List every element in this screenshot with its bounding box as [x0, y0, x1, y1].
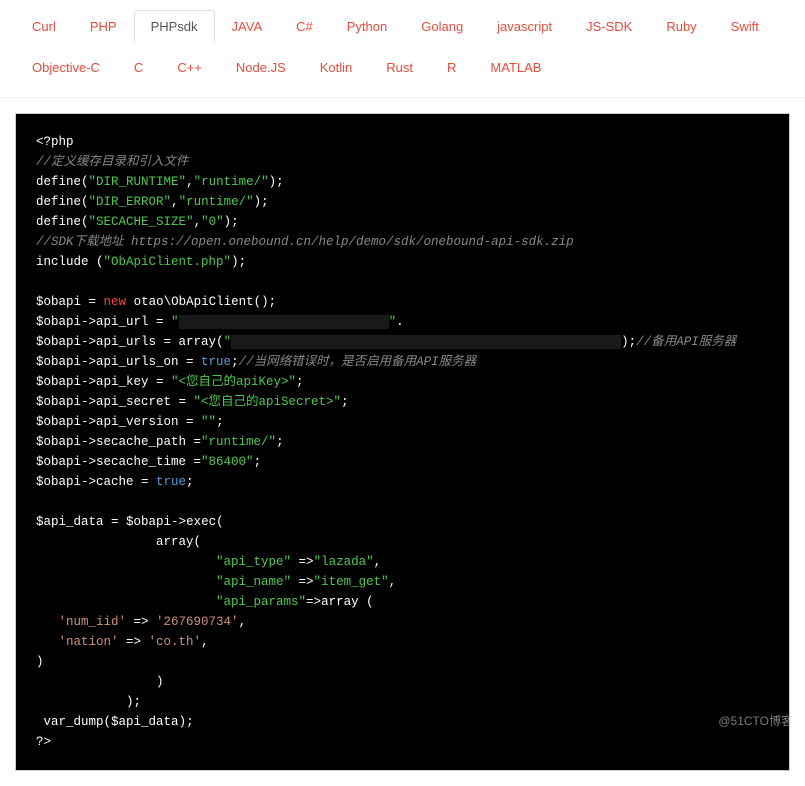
- tab-r[interactable]: R: [430, 51, 473, 84]
- code-wrapper: <?php //定义缓存目录和引入文件 define("DIR_RUNTIME"…: [0, 98, 805, 786]
- define3-key: "SECACHE_SIZE": [89, 215, 194, 229]
- obapi-var: $obapi: [36, 395, 81, 409]
- true-kw: true: [156, 475, 186, 489]
- obapi-var: $obapi: [36, 315, 81, 329]
- tab-matlab[interactable]: MATLAB: [473, 51, 558, 84]
- var-dump-fn: var_dump: [44, 715, 104, 729]
- include-file: "ObApiClient.php": [104, 255, 232, 269]
- php-close: ?>: [36, 735, 51, 749]
- define1-key: "DIR_RUNTIME": [89, 175, 187, 189]
- tab-golang[interactable]: Golang: [404, 10, 480, 43]
- obapi-var: $obapi: [36, 355, 81, 369]
- tab-phpsdk[interactable]: PHPsdk: [134, 10, 215, 43]
- define-fn: define: [36, 215, 81, 229]
- api-secret-val: "<您自己的apiSecret>": [194, 395, 342, 409]
- nation-key: 'nation': [59, 635, 119, 649]
- array-fn: array: [179, 335, 217, 349]
- api-type-key: "api_type": [216, 555, 291, 569]
- class-name: otao\ObApiClient: [134, 295, 254, 309]
- api-data-var: $api_data: [36, 515, 104, 529]
- comment-backup: //备用API服务器: [636, 335, 736, 349]
- obapi-var: $obapi: [36, 415, 81, 429]
- api-type-val: "lazada": [314, 555, 374, 569]
- obapi-var: $obapi: [36, 335, 81, 349]
- obapi-var: $obapi: [36, 435, 81, 449]
- tabs-row-1: Curl PHP PHPsdk JAVA C# Python Golang ja…: [15, 10, 790, 43]
- api-key-val: "<您自己的apiKey>": [171, 375, 296, 389]
- tab-kotlin[interactable]: Kotlin: [303, 51, 370, 84]
- api-params-key: "api_params": [216, 595, 306, 609]
- tab-jssdk[interactable]: JS-SDK: [569, 10, 649, 43]
- true-kw: true: [201, 355, 231, 369]
- tab-rust[interactable]: Rust: [369, 51, 430, 84]
- comment-cache: //定义缓存目录和引入文件: [36, 155, 189, 169]
- num-iid-key: 'num_iid': [59, 615, 127, 629]
- array-fn: array: [156, 535, 194, 549]
- api-name-val: "item_get": [314, 575, 389, 589]
- comment-sdk: //SDK下载地址 https://open.onebound.cn/help/…: [36, 235, 574, 249]
- obapi-var: $obapi: [36, 455, 81, 469]
- num-iid-val: '267690734': [156, 615, 239, 629]
- define3-val: "0": [201, 215, 224, 229]
- api-version-val: "": [201, 415, 216, 429]
- tabs-container: Curl PHP PHPsdk JAVA C# Python Golang ja…: [0, 0, 805, 98]
- tab-csharp[interactable]: C#: [279, 10, 330, 43]
- tab-javascript[interactable]: javascript: [480, 10, 569, 43]
- define1-val: "runtime/": [194, 175, 269, 189]
- tab-swift[interactable]: Swift: [714, 10, 776, 43]
- define2-key: "DIR_ERROR": [89, 195, 172, 209]
- tab-c[interactable]: C: [117, 51, 160, 84]
- redacted-urls: ████████████████████████████████████████…: [231, 335, 621, 349]
- code-block[interactable]: <?php //定义缓存目录和引入文件 define("DIR_RUNTIME"…: [15, 113, 790, 771]
- php-open: <?php: [36, 135, 74, 149]
- secache-time-val: "86400": [201, 455, 254, 469]
- obapi-var: $obapi: [36, 475, 81, 489]
- obapi-var: $obapi: [36, 375, 81, 389]
- tabs-row-2: Objective-C C C++ Node.JS Kotlin Rust R …: [15, 51, 790, 84]
- tab-ruby[interactable]: Ruby: [649, 10, 713, 43]
- tab-cpp[interactable]: C++: [160, 51, 219, 84]
- tab-java[interactable]: JAVA: [215, 10, 280, 43]
- tab-curl[interactable]: Curl: [15, 10, 73, 43]
- define2-val: "runtime/": [179, 195, 254, 209]
- include-kw: include: [36, 255, 89, 269]
- watermark: @51CTO博客: [718, 712, 793, 729]
- nation-val: 'co.th': [149, 635, 202, 649]
- tab-nodejs[interactable]: Node.JS: [219, 51, 303, 84]
- api-data-var: $api_data: [111, 715, 179, 729]
- define-fn: define: [36, 175, 81, 189]
- comment-network: //当网络错误时，是否启用备用API服务器: [239, 355, 477, 369]
- tab-php[interactable]: PHP: [73, 10, 134, 43]
- redacted-url: ████████████████████████████: [179, 315, 389, 329]
- exec-fn: exec: [186, 515, 216, 529]
- obapi-var: $obapi: [126, 515, 171, 529]
- array-fn: array: [321, 595, 359, 609]
- define-fn: define: [36, 195, 81, 209]
- new-kw: new: [104, 295, 127, 309]
- tab-python[interactable]: Python: [330, 10, 404, 43]
- obapi-var: $obapi: [36, 295, 81, 309]
- secache-path-val: "runtime/": [201, 435, 276, 449]
- api-name-key: "api_name": [216, 575, 291, 589]
- tab-objc[interactable]: Objective-C: [15, 51, 117, 84]
